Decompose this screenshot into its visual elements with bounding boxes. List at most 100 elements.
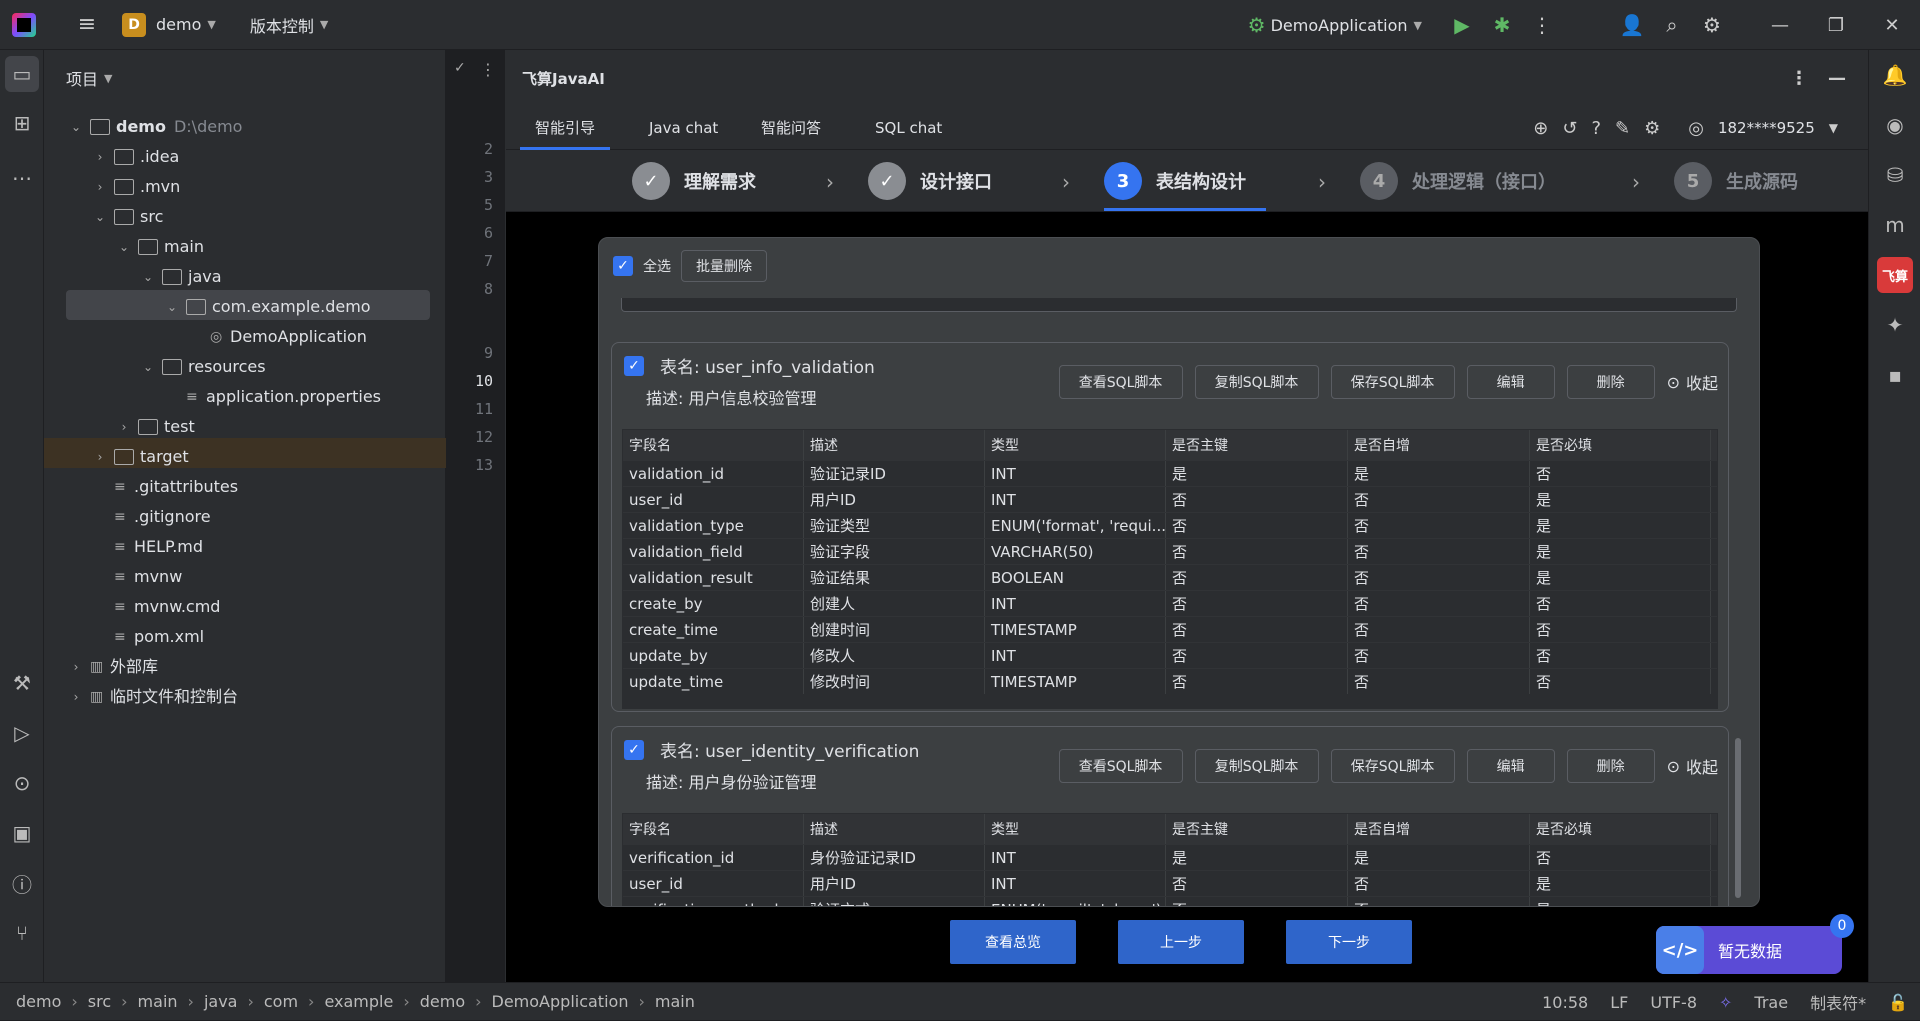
close-button[interactable]: ✕ xyxy=(1864,15,1920,36)
tree-item[interactable]: › ▥ 临时文件和控制台 xyxy=(68,682,238,712)
git-tool-icon[interactable]: ⑂ xyxy=(0,908,44,958)
breadcrumb-item[interactable]: main xyxy=(138,992,178,1011)
history-icon[interactable]: ↺ xyxy=(1562,118,1577,139)
main-menu-icon[interactable]: ≡ xyxy=(74,12,100,37)
copy-sql-button[interactable]: 复制SQL脚本 xyxy=(1194,749,1319,783)
lock-icon[interactable]: 🔓 xyxy=(1888,993,1908,1012)
chevron-right-icon[interactable]: › xyxy=(92,172,108,202)
tree-item[interactable]: ⌄ java xyxy=(140,262,222,292)
tree-item[interactable]: › test xyxy=(116,412,195,442)
chevron-down-icon[interactable]: ⌄ xyxy=(68,112,84,142)
tab-java-chat[interactable]: Java chat xyxy=(634,106,733,150)
run-config-select[interactable]: DemoApplication xyxy=(1271,16,1408,35)
search-icon[interactable]: ⌕ xyxy=(1652,13,1692,37)
floating-widget[interactable]: </> 暂无数据 xyxy=(1656,926,1842,974)
tree-item[interactable]: ⌄ src xyxy=(92,202,163,232)
table-row[interactable]: validation_field 验证字段 VARCHAR(50) 否否是 xyxy=(623,538,1717,564)
breadcrumb-item[interactable]: example xyxy=(324,992,393,1011)
settings-icon[interactable]: ⚙ xyxy=(1644,118,1660,139)
chevron-down-icon[interactable]: ⌄ xyxy=(92,202,108,232)
tree-item[interactable]: › .mvn xyxy=(92,172,181,202)
delete-button[interactable]: 删除 xyxy=(1566,749,1655,783)
edit-button[interactable]: 编辑 xyxy=(1466,365,1555,399)
breadcrumb-item[interactable]: demo xyxy=(16,992,61,1011)
help-icon[interactable]: ? xyxy=(1591,118,1601,139)
select-all-checkbox[interactable]: ✓ xyxy=(613,256,633,276)
save-sql-button[interactable]: 保存SQL脚本 xyxy=(1330,749,1455,783)
batch-delete-button[interactable]: 批量删除 xyxy=(681,250,767,282)
table-row[interactable]: create_time 创建时间 TIMESTAMP 否否否 xyxy=(623,616,1717,642)
project-badge[interactable]: D xyxy=(122,12,146,37)
restore-button[interactable]: ❐ xyxy=(1808,15,1864,36)
step-2[interactable]: ✓ 设计接口 xyxy=(868,162,992,200)
breadcrumb-item[interactable]: src xyxy=(88,992,111,1011)
copy-sql-button[interactable]: 复制SQL脚本 xyxy=(1194,365,1319,399)
tree-item[interactable]: ⌄ demo D:\demo xyxy=(68,112,242,142)
tree-item[interactable]: ≡ application.properties xyxy=(164,382,381,412)
tree-item[interactable]: ≡ .gitignore xyxy=(92,502,211,532)
more-icon[interactable]: ⋮ xyxy=(1522,13,1562,37)
minimize-button[interactable]: — xyxy=(1752,15,1808,36)
caret-position[interactable]: 10:58 xyxy=(1542,993,1588,1012)
tree-item[interactable]: ≡ .gitattributes xyxy=(92,472,238,502)
table-checkbox[interactable]: ✓ xyxy=(624,355,644,376)
tree-item[interactable]: › ▥ 外部库 xyxy=(68,652,158,682)
chevron-right-icon[interactable]: › xyxy=(92,142,108,172)
ai-assistant-icon[interactable]: ◉ xyxy=(1869,100,1920,150)
tree-item[interactable]: ◎ DemoApplication xyxy=(188,322,367,352)
table-row[interactable]: user_id 用户ID INT 否否是 xyxy=(623,486,1717,512)
collapse-button[interactable]: ⊙ 收起 xyxy=(1667,370,1718,394)
database-icon[interactable]: ⛁ xyxy=(1869,150,1920,200)
step-1[interactable]: ✓ 理解需求 xyxy=(632,162,756,200)
vcs-menu[interactable]: 版本控制 xyxy=(250,13,314,37)
chevron-down-icon[interactable]: ▼ xyxy=(1829,121,1838,135)
next-step-button[interactable]: 下一步 xyxy=(1286,920,1412,964)
tree-item[interactable]: › .idea xyxy=(92,142,180,172)
terminal-tool-icon[interactable]: ▣ xyxy=(0,808,44,858)
table-row[interactable]: user_id 用户ID INT 否否是 xyxy=(623,870,1717,896)
build-tool-icon[interactable]: ⚒ xyxy=(0,658,44,708)
previous-step-button[interactable]: 上一步 xyxy=(1118,920,1244,964)
chevron-down-icon[interactable]: ⌄ xyxy=(140,262,156,292)
step-3[interactable]: 3 表结构设计 xyxy=(1104,162,1246,200)
tab-smart-qa[interactable]: 智能问答 xyxy=(746,106,836,150)
breadcrumb-item[interactable]: demo xyxy=(420,992,465,1011)
tab-smart-guide[interactable]: 智能引导 xyxy=(520,106,611,150)
more-icon[interactable]: ⋮ xyxy=(480,60,496,79)
collapse-button[interactable]: ⊙ 收起 xyxy=(1667,754,1718,778)
chevron-right-icon[interactable]: › xyxy=(68,682,84,712)
table-row[interactable]: verification_id 身份验证记录ID INT 是是否 xyxy=(623,844,1717,870)
save-sql-button[interactable]: 保存SQL脚本 xyxy=(1330,365,1455,399)
settings-icon[interactable]: ⚙ xyxy=(1692,13,1732,37)
table-row[interactable]: update_by 修改人 INT 否否否 xyxy=(623,642,1717,668)
hide-panel-icon[interactable]: — xyxy=(1828,68,1846,89)
trae-status[interactable]: Trae xyxy=(1754,993,1788,1012)
project-panel-header[interactable]: 项目 ▼ xyxy=(44,50,445,106)
add-icon[interactable]: ⊕ xyxy=(1533,118,1548,139)
table-row[interactable]: update_time 修改时间 TIMESTAMP 否否否 xyxy=(623,668,1717,694)
plugin-icon[interactable]: ✦ xyxy=(1869,300,1920,350)
breadcrumb-item[interactable]: com xyxy=(264,992,298,1011)
chevron-right-icon[interactable]: › xyxy=(92,442,108,472)
tree-item[interactable]: ≡ HELP.md xyxy=(92,532,203,562)
tree-item[interactable]: › target xyxy=(92,442,189,472)
breadcrumb-item[interactable]: main xyxy=(655,992,695,1011)
debug-icon[interactable]: ✱ xyxy=(1482,13,1522,37)
scrollbar[interactable] xyxy=(1735,738,1741,898)
tree-item[interactable]: ≡ pom.xml xyxy=(92,622,204,652)
step-4[interactable]: 4 处理逻辑（接口） xyxy=(1360,162,1556,200)
feisuan-plugin-icon[interactable]: 飞算 xyxy=(1869,250,1920,300)
edit-icon[interactable]: ✎ xyxy=(1615,118,1630,139)
table-row[interactable]: create_by 创建人 INT 否否否 xyxy=(623,590,1717,616)
more-icon[interactable]: ⋮ xyxy=(1790,68,1808,89)
maven-icon[interactable]: m xyxy=(1869,200,1920,250)
tree-item[interactable]: ⌄ resources xyxy=(140,352,266,382)
run-icon[interactable]: ▶ xyxy=(1442,13,1482,37)
table-row[interactable]: validation_id 验证记录ID INT 是是否 xyxy=(623,460,1717,486)
run-tool-icon[interactable]: ▷ xyxy=(0,708,44,758)
view-overview-button[interactable]: 查看总览 xyxy=(950,920,1076,964)
table-row[interactable]: verification_method验证方式ENUM('email', 'ph… xyxy=(623,896,1717,906)
chevron-right-icon[interactable]: › xyxy=(116,412,132,442)
edit-button[interactable]: 编辑 xyxy=(1466,749,1555,783)
notifications-icon[interactable]: 🔔 xyxy=(1869,50,1920,100)
